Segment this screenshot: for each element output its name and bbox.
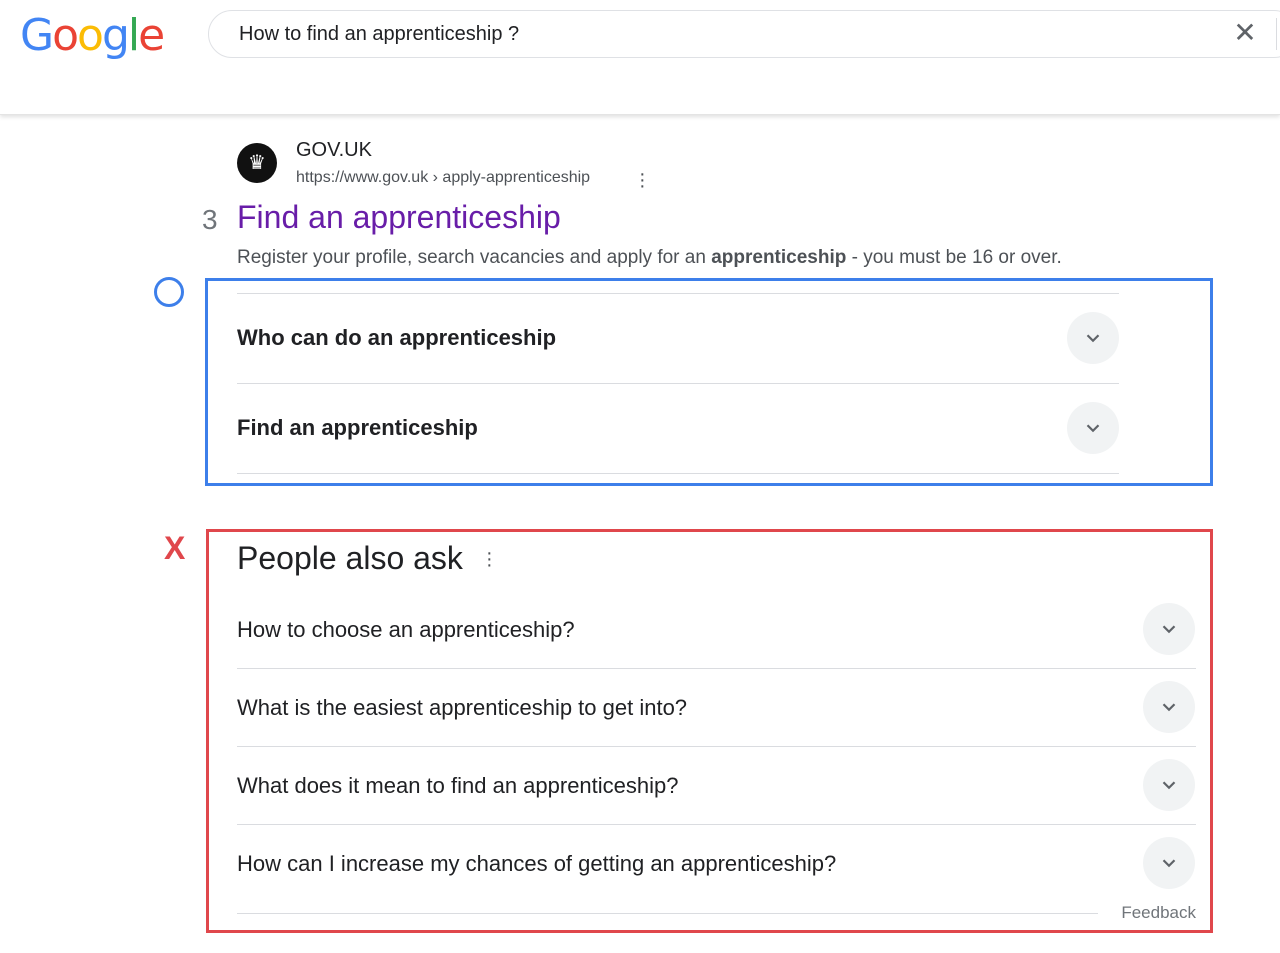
correct-annotation-circle	[154, 277, 184, 307]
paa-question[interactable]: How to choose an apprenticeship?	[237, 617, 575, 643]
incorrect-annotation-x: X	[164, 530, 186, 566]
google-logo[interactable]: Google	[20, 10, 165, 61]
more-options-icon[interactable]: · · ·	[639, 164, 646, 196]
divider	[237, 293, 1119, 294]
result-snippet: Register your profile, search vacancies …	[237, 247, 1062, 269]
paa-question[interactable]: What is the easiest apprenticeship to ge…	[237, 695, 687, 721]
divider	[237, 746, 1196, 747]
snippet-bold: apprenticeship	[711, 247, 847, 268]
divider	[1276, 18, 1277, 50]
snippet-text: Register your profile, search vacancies …	[237, 247, 712, 268]
chevron-down-icon[interactable]	[1067, 312, 1119, 364]
crown-icon: ♛	[237, 143, 277, 183]
paa-question[interactable]: What does it mean to find an apprentices…	[237, 773, 679, 799]
paa-question[interactable]: How can I increase my chances of getting…	[237, 851, 836, 877]
divider	[237, 824, 1196, 825]
result-number: 3	[202, 204, 218, 235]
search-query: How to find an apprenticeship ?	[239, 23, 520, 45]
feedback-link[interactable]: Feedback	[1100, 903, 1196, 923]
paa-title: People also ask	[237, 540, 463, 576]
result-title-link[interactable]: Find an apprenticeship	[237, 199, 561, 236]
sitelink[interactable]: Who can do an apprenticeship	[237, 325, 556, 351]
chevron-down-icon[interactable]	[1143, 681, 1195, 733]
divider	[237, 668, 1196, 669]
result-url[interactable]: https://www.gov.uk › apply-apprenticeshi…	[296, 169, 590, 187]
sitelink[interactable]: Find an apprenticeship	[237, 415, 478, 441]
site-name[interactable]: GOV.UK	[296, 139, 372, 162]
chevron-down-icon[interactable]	[1143, 603, 1195, 655]
chevron-down-icon[interactable]	[1143, 759, 1195, 811]
divider	[237, 383, 1119, 384]
divider	[237, 473, 1119, 474]
search-input[interactable]: How to find an apprenticeship ?	[208, 10, 1280, 58]
chevron-down-icon[interactable]	[1067, 402, 1119, 454]
more-options-icon[interactable]: · · ·	[486, 543, 493, 575]
sitelinks-highlight-box	[205, 278, 1213, 486]
close-icon[interactable]: ✕	[1232, 19, 1258, 47]
divider	[237, 913, 1098, 914]
snippet-text: - you must be 16 or over.	[846, 247, 1062, 268]
chevron-down-icon[interactable]	[1143, 837, 1195, 889]
